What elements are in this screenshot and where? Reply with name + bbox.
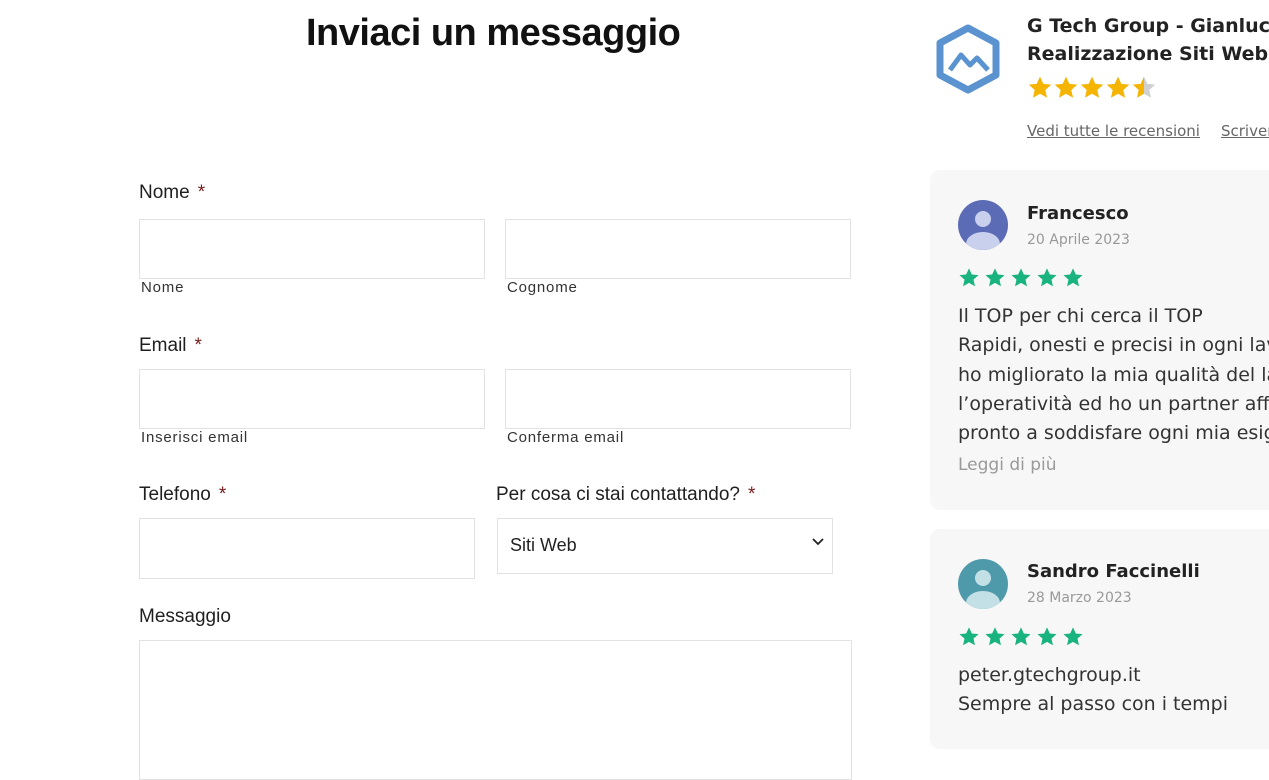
star-rating [959, 627, 1083, 646]
review-text-line: Il TOP per chi cerca il TOP [958, 305, 1203, 327]
star-icon [1037, 268, 1057, 287]
star-icon [985, 268, 1005, 287]
page-title: Inviaci un messaggio [306, 12, 681, 54]
email-input[interactable] [139, 369, 485, 429]
email-sublabel: Inserisci email [141, 429, 249, 446]
phone-label-text: Telefono [139, 484, 211, 505]
business-name-line2: Realizzazione Siti Web [1027, 43, 1269, 65]
star-icon [1054, 76, 1078, 98]
see-all-reviews-link[interactable]: Vedi tutte le recensioni [1027, 122, 1200, 140]
user-avatar-icon [958, 559, 1008, 609]
review-text-line: Sempre al passo con i tempi [958, 693, 1229, 716]
review-text-line: ho migliorato la mia qualità del la [958, 363, 1269, 386]
review-card: Sandro Faccinelli 28 Marzo 2023 peter.gt… [930, 529, 1269, 749]
last-name-sublabel: Cognome [507, 279, 578, 296]
review-date: 20 Aprile 2023 [1027, 232, 1130, 248]
required-mark: * [194, 335, 202, 356]
name-label-text: Nome [139, 182, 190, 203]
star-icon [959, 268, 979, 287]
star-icon [1132, 76, 1156, 98]
star-icon [1063, 627, 1083, 646]
star-icon [985, 627, 1005, 646]
phone-label: Telefono * [139, 484, 226, 506]
topic-label-text: Per cosa ci stai contattando? [496, 484, 740, 505]
last-name-input[interactable] [505, 219, 851, 279]
business-name: G Tech Group - Gianluca Realizzazione Si… [1027, 12, 1269, 68]
star-icon [1011, 627, 1031, 646]
read-more-link[interactable]: Leggi di più [958, 455, 1057, 475]
topic-label: Per cosa ci stai contattando? * [496, 484, 755, 506]
star-icon [1080, 76, 1104, 98]
star-icon [1106, 76, 1130, 98]
review-author: Francesco [1027, 203, 1129, 224]
email-label: Email * [139, 335, 202, 357]
star-icon [1063, 268, 1083, 287]
review-text-line: Rapidi, onesti e precisi in ogni lavo [958, 334, 1269, 357]
review-date: 28 Marzo 2023 [1027, 590, 1132, 606]
message-textarea[interactable] [139, 640, 852, 780]
star-icon [1028, 76, 1052, 98]
name-label: Nome * [139, 182, 205, 204]
review-text-line: peter.gtechgroup.it [958, 664, 1141, 686]
star-rating [1028, 76, 1156, 98]
first-name-input[interactable] [139, 219, 485, 279]
review-stars [958, 267, 1084, 289]
required-mark: * [197, 182, 206, 203]
review-text: Il TOP per chi cerca il TOP Rapidi, ones… [958, 302, 1269, 448]
review-card: Francesco 20 Aprile 2023 Il TOP per chi … [930, 170, 1269, 510]
review-text: peter.gtechgroup.it Sempre al passo con … [958, 661, 1269, 720]
review-author: Sandro Faccinelli [1027, 561, 1200, 582]
star-icon [1037, 627, 1057, 646]
topic-select[interactable]: Siti Web [497, 518, 833, 574]
business-logo [936, 24, 1000, 94]
message-label: Messaggio [139, 606, 231, 627]
avatar [958, 559, 1008, 609]
first-name-sublabel: Nome [141, 279, 185, 296]
confirm-email-sublabel: Conferma email [507, 429, 625, 446]
business-rating-stars [1027, 75, 1157, 103]
review-stars [958, 626, 1084, 648]
topic-select-value: Siti Web [510, 535, 577, 555]
business-name-line1: G Tech Group - Gianluca [1027, 15, 1269, 37]
chevron-down-icon [812, 538, 824, 546]
star-icon [959, 627, 979, 646]
write-review-link[interactable]: Scriver [1221, 122, 1269, 140]
star-rating [959, 268, 1083, 287]
review-text-line: pronto a soddisfare ogni mia esig [958, 422, 1269, 445]
confirm-email-input[interactable] [505, 369, 851, 429]
phone-input[interactable] [139, 518, 475, 579]
email-label-text: Email [139, 335, 187, 356]
required-mark: * [747, 484, 756, 505]
avatar [958, 200, 1008, 250]
star-icon [1011, 268, 1031, 287]
required-mark: * [218, 484, 227, 505]
user-avatar-icon [958, 200, 1008, 250]
review-text-line: l’operatività ed ho un partner affic [958, 392, 1269, 415]
